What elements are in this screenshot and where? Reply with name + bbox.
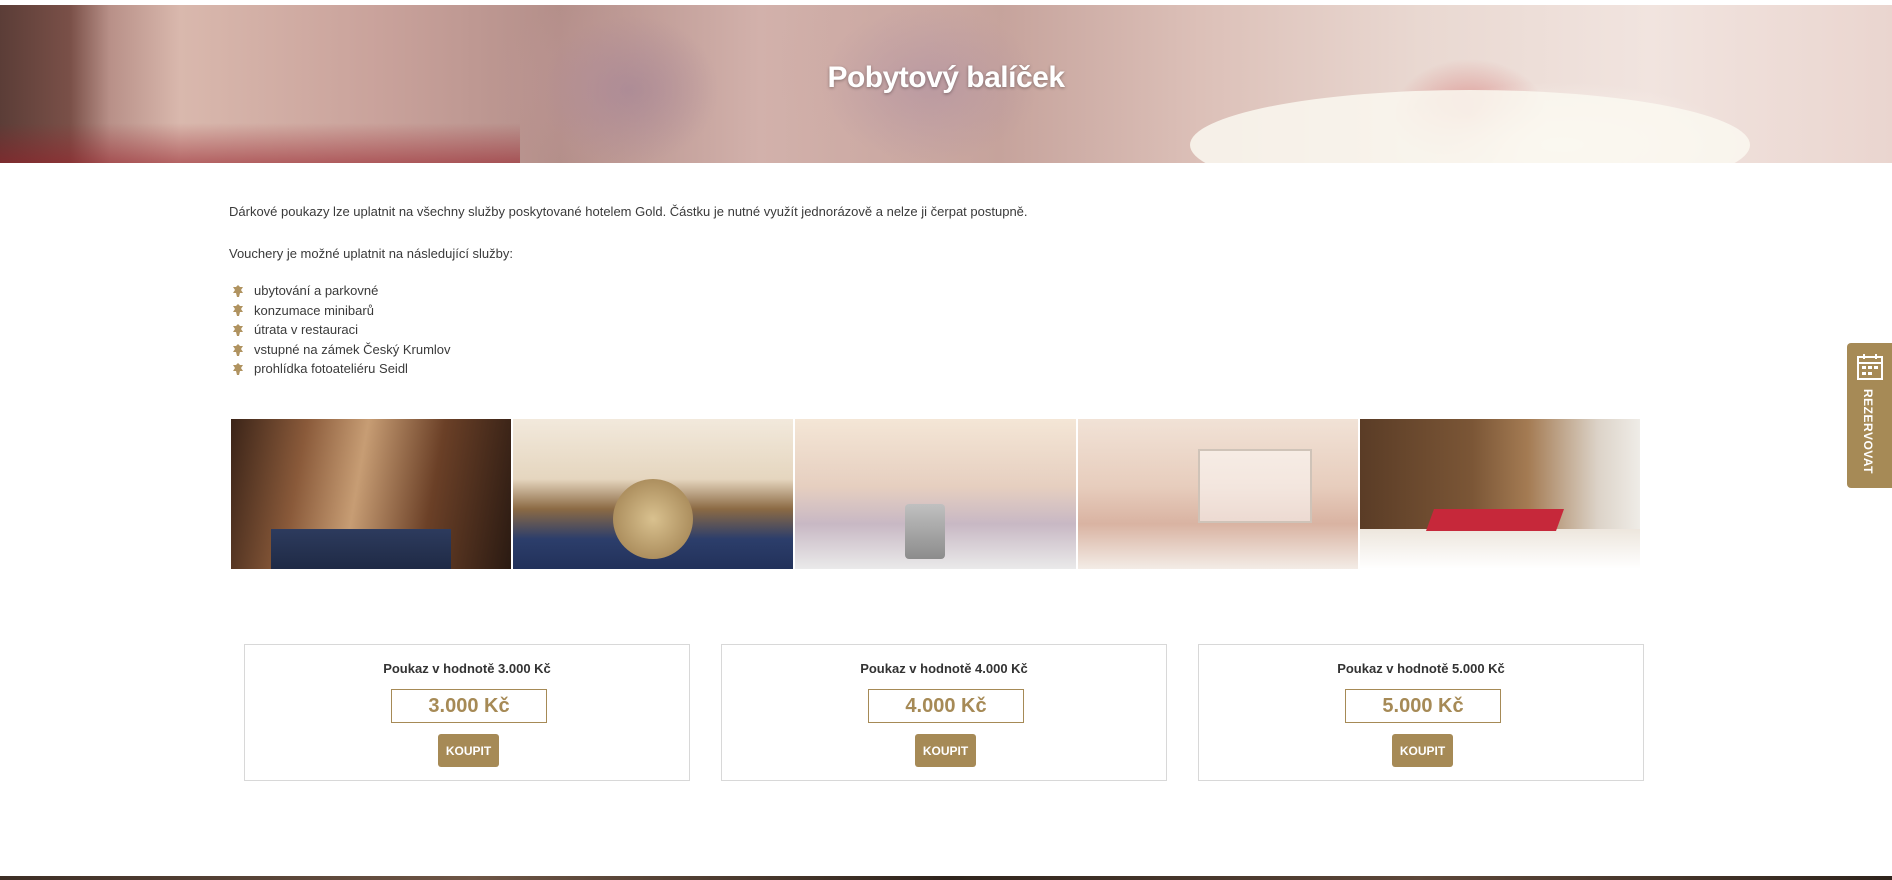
- voucher-price: 4.000 Kč: [868, 689, 1024, 723]
- lion-bullet-icon: [233, 343, 243, 356]
- list-item: vstupné na zámek Český Krumlov: [231, 340, 451, 360]
- reserve-label: REZERVOVAT: [1861, 389, 1875, 475]
- services-list: ubytování a parkovné konzumace minibarů …: [231, 281, 451, 379]
- gallery-photo-suite[interactable]: [795, 419, 1076, 569]
- intro-paragraph-1: Dárkové poukazy lze uplatnit na všechny …: [229, 204, 1028, 219]
- service-label: ubytování a parkovné: [254, 283, 379, 298]
- list-item: útrata v restauraci: [231, 320, 451, 340]
- intro-paragraph-2: Vouchery je možné uplatnit na následujíc…: [229, 246, 514, 261]
- gallery-photo-breakfast[interactable]: [1359, 419, 1641, 569]
- lion-bullet-icon: [233, 323, 243, 336]
- voucher-title: Poukaz v hodnotě 4.000 Kč: [860, 661, 1028, 676]
- voucher-price: 5.000 Kč: [1345, 689, 1501, 723]
- buy-button[interactable]: KOUPIT: [438, 734, 499, 767]
- buy-button[interactable]: KOUPIT: [915, 734, 976, 767]
- hero-carpet: [0, 123, 520, 163]
- gallery-photo-room-table[interactable]: [513, 419, 794, 569]
- calendar-icon: [1857, 354, 1883, 380]
- lion-bullet-icon: [233, 304, 243, 317]
- buy-button[interactable]: KOUPIT: [1392, 734, 1453, 767]
- photo-gallery: [231, 419, 1641, 569]
- service-label: konzumace minibarů: [254, 302, 374, 318]
- list-item: konzumace minibarů: [231, 301, 451, 321]
- voucher-card: Poukaz v hodnotě 4.000 Kč 4.000 Kč KOUPI…: [721, 644, 1167, 781]
- lion-bullet-icon: [233, 363, 243, 376]
- hero-banner: Pobytový balíček: [0, 5, 1892, 163]
- voucher-title: Poukaz v hodnotě 5.000 Kč: [1337, 661, 1505, 676]
- list-item: prohlídka fotoateliéru Seidl: [231, 359, 451, 379]
- footer-strip: [0, 876, 1892, 880]
- service-label: útrata v restauraci: [254, 322, 359, 338]
- gallery-photo-staircase[interactable]: [231, 419, 512, 569]
- voucher-price: 3.000 Kč: [391, 689, 547, 723]
- lion-bullet-icon: [233, 284, 243, 297]
- service-label: vstupné na zámek Český Krumlov: [254, 341, 451, 357]
- gallery-photo-bathroom[interactable]: [1077, 419, 1358, 569]
- page-title: Pobytový balíček: [827, 61, 1065, 94]
- list-item: ubytování a parkovné: [231, 281, 451, 301]
- hero-table: [1190, 90, 1750, 163]
- voucher-title: Poukaz v hodnotě 3.000 Kč: [383, 661, 551, 676]
- service-label: prohlídka fotoateliéru Seidl: [254, 361, 408, 377]
- voucher-card: Poukaz v hodnotě 3.000 Kč 3.000 Kč KOUPI…: [244, 644, 690, 781]
- intro-text: Dárkové poukazy lze uplatnit na všechny …: [229, 204, 1028, 288]
- voucher-card: Poukaz v hodnotě 5.000 Kč 5.000 Kč KOUPI…: [1198, 644, 1644, 781]
- reserve-tab[interactable]: REZERVOVAT: [1847, 343, 1892, 488]
